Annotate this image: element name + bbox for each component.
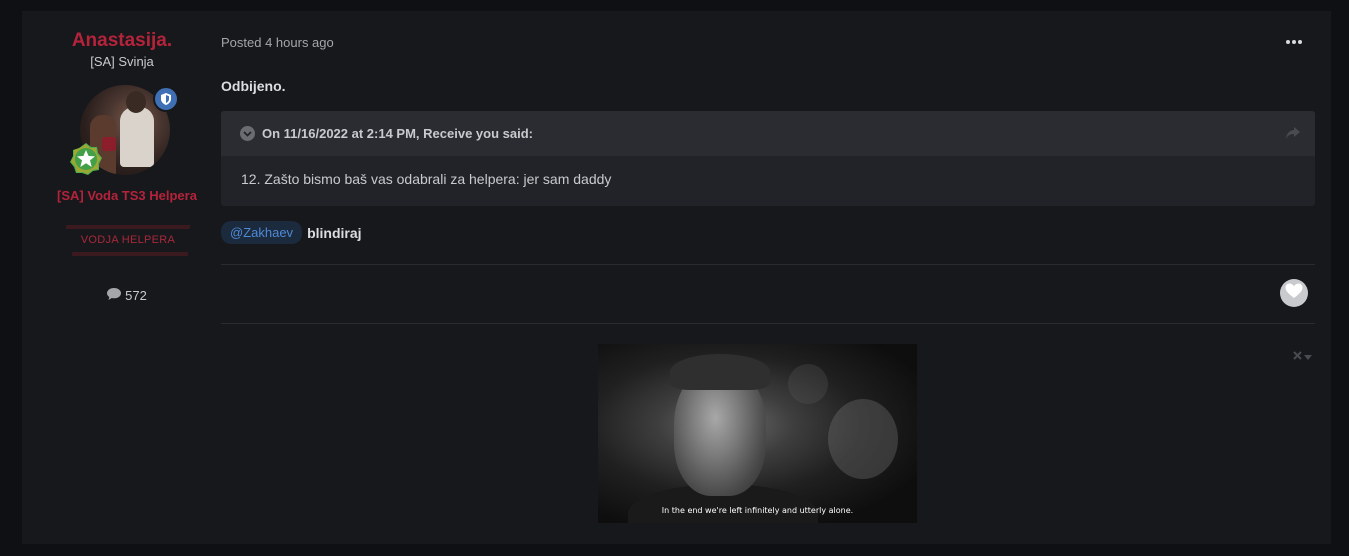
reply-text: blindiraj [307,224,362,241]
forum-post: Anastasija. [SA] Svinja [SA] Voda TS3 He… [22,11,1331,544]
post-count-value: 572 [125,288,147,303]
comment-bubble-icon [107,288,122,303]
ellipsis-icon[interactable] [1286,35,1306,49]
gif-caption: In the end we're left infinitely and utt… [661,506,854,515]
shield-icon [153,86,179,112]
signature-gif: In the end we're left infinitely and utt… [598,344,917,523]
author-name-link[interactable]: Anastasija. [22,30,222,52]
reply-line: @Zakhaev blindiraj [221,221,362,244]
share-arrow-icon[interactable] [1285,126,1301,140]
post-timestamp[interactable]: Posted 4 hours ago [221,35,334,50]
role-label: VODJA HELPERA [80,234,176,246]
post-count: 572 [22,288,232,303]
divider [221,264,1315,265]
divider [221,323,1315,324]
quote-citation[interactable]: On 11/16/2022 at 2:14 PM, Receive you sa… [262,126,533,141]
chevron-down-icon[interactable] [240,126,255,141]
author-title: [SA] Svinja [90,54,154,69]
quote-block: On 11/16/2022 at 2:14 PM, Receive you sa… [221,111,1315,206]
page: Anastasija. [SA] Svinja [SA] Voda TS3 He… [0,0,1349,556]
close-icon[interactable] [1293,347,1302,365]
chevron-down-icon[interactable] [1304,347,1312,365]
role-ribbon: VODJA HELPERA [65,225,191,257]
post-lead-text: Odbijeno. [221,78,286,94]
user-group: [SA] Voda TS3 Helpera [57,188,197,203]
star-badge-icon [69,142,103,176]
like-button[interactable] [1280,279,1308,307]
author-sidebar: Anastasija. [SA] Svinja [SA] Voda TS3 He… [22,11,222,544]
user-mention[interactable]: @Zakhaev [221,221,303,244]
quote-body: 12. Zašto bismo baš vas odabrali za help… [241,171,612,187]
signature-options[interactable] [1293,347,1312,365]
quote-header: On 11/16/2022 at 2:14 PM, Receive you sa… [221,111,1315,156]
heart-icon [1285,283,1303,304]
